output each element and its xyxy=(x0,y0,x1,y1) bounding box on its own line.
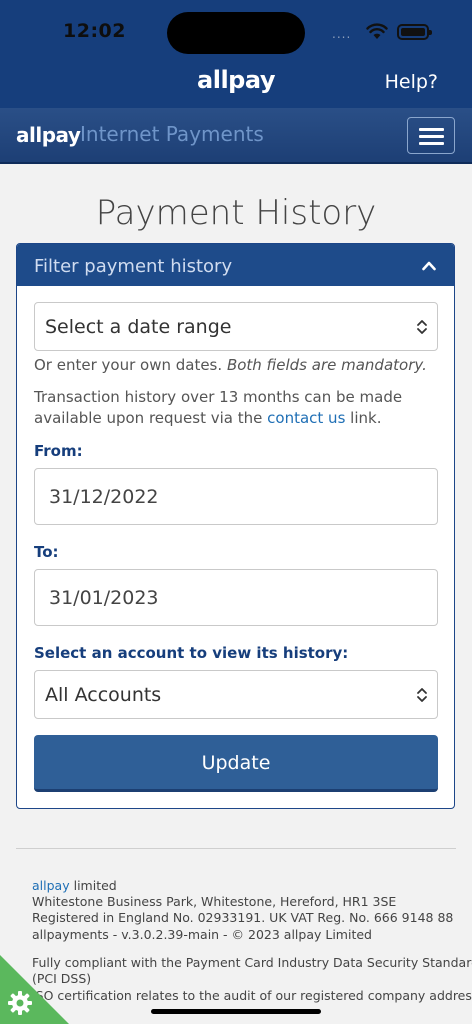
contact-us-link[interactable]: contact us xyxy=(267,409,345,427)
date-range-select[interactable]: Select a date range xyxy=(34,302,438,351)
footer-address: Whitestone Business Park, Whitestone, He… xyxy=(32,894,397,909)
battery-icon xyxy=(397,24,432,40)
account-select-value: All Accounts xyxy=(45,684,162,706)
own-dates-hint: Or enter your own dates. Both fields are… xyxy=(34,355,427,376)
to-label: To: xyxy=(34,543,59,561)
help-link[interactable]: Help? xyxy=(385,71,438,93)
own-dates-text: Or enter your own dates. xyxy=(34,356,223,374)
footer-divider xyxy=(16,848,456,849)
footer-pci-line: Fully compliant with the Payment Card In… xyxy=(32,955,472,970)
account-label: Select an account to view its history: xyxy=(34,644,349,662)
to-date-field[interactable]: 31/01/2023 xyxy=(34,569,438,626)
footer-version: allpayments - v.3.0.2.39-main - © 2023 a… xyxy=(32,927,372,942)
site-navbar: allpay Internet Payments xyxy=(0,108,472,164)
footer-registration: Registered in England No. 02933191. UK V… xyxy=(32,910,454,925)
update-button[interactable]: Update xyxy=(34,735,438,792)
status-time: 12:02 xyxy=(63,20,126,42)
hamburger-menu-button[interactable] xyxy=(407,117,455,154)
filter-panel: Filter payment history Select a date ran… xyxy=(16,243,455,809)
company-suffix: limited xyxy=(73,878,117,893)
from-date-value: 31/12/2022 xyxy=(49,486,159,508)
footer-iso-line: ISO certification relates to the audit o… xyxy=(32,988,472,1003)
wifi-icon xyxy=(366,23,388,39)
home-indicator[interactable] xyxy=(151,1009,321,1014)
history-note: Transaction history over 13 months can b… xyxy=(34,387,402,429)
filter-panel-header[interactable]: Filter payment history xyxy=(17,244,454,286)
allpay-link[interactable]: allpay xyxy=(32,878,70,893)
cellular-signal-icon: .... xyxy=(332,27,352,41)
site-subtitle: Internet Payments xyxy=(80,122,264,146)
chevron-up-icon xyxy=(422,261,436,271)
select-arrows-icon xyxy=(417,688,427,702)
from-label: From: xyxy=(34,442,83,460)
gear-icon[interactable] xyxy=(7,990,33,1016)
to-date-value: 31/01/2023 xyxy=(49,587,159,609)
page-title: Payment History xyxy=(95,193,377,233)
from-date-field[interactable]: 31/12/2022 xyxy=(34,468,438,525)
menu-line-icon xyxy=(419,135,444,138)
account-select[interactable]: All Accounts xyxy=(34,670,438,719)
history-note-line: Transaction history over 13 months can b… xyxy=(34,388,403,406)
history-note-text: link. xyxy=(350,409,382,427)
filter-panel-title: Filter payment history xyxy=(34,256,233,277)
select-arrows-icon xyxy=(417,320,427,334)
history-note-line: available upon request via the contact u… xyxy=(34,408,402,429)
mandatory-note: Both fields are mandatory. xyxy=(226,356,427,374)
footer-company: allpay limited xyxy=(32,878,117,895)
date-range-select-value: Select a date range xyxy=(45,316,232,338)
site-logo[interactable]: allpay xyxy=(16,123,81,147)
app-header: 12:02 .... allpay Help? xyxy=(0,0,472,108)
menu-line-icon xyxy=(419,128,444,131)
history-note-text: available upon request via the xyxy=(34,409,263,427)
menu-line-icon xyxy=(419,142,444,145)
dynamic-island xyxy=(167,12,305,54)
